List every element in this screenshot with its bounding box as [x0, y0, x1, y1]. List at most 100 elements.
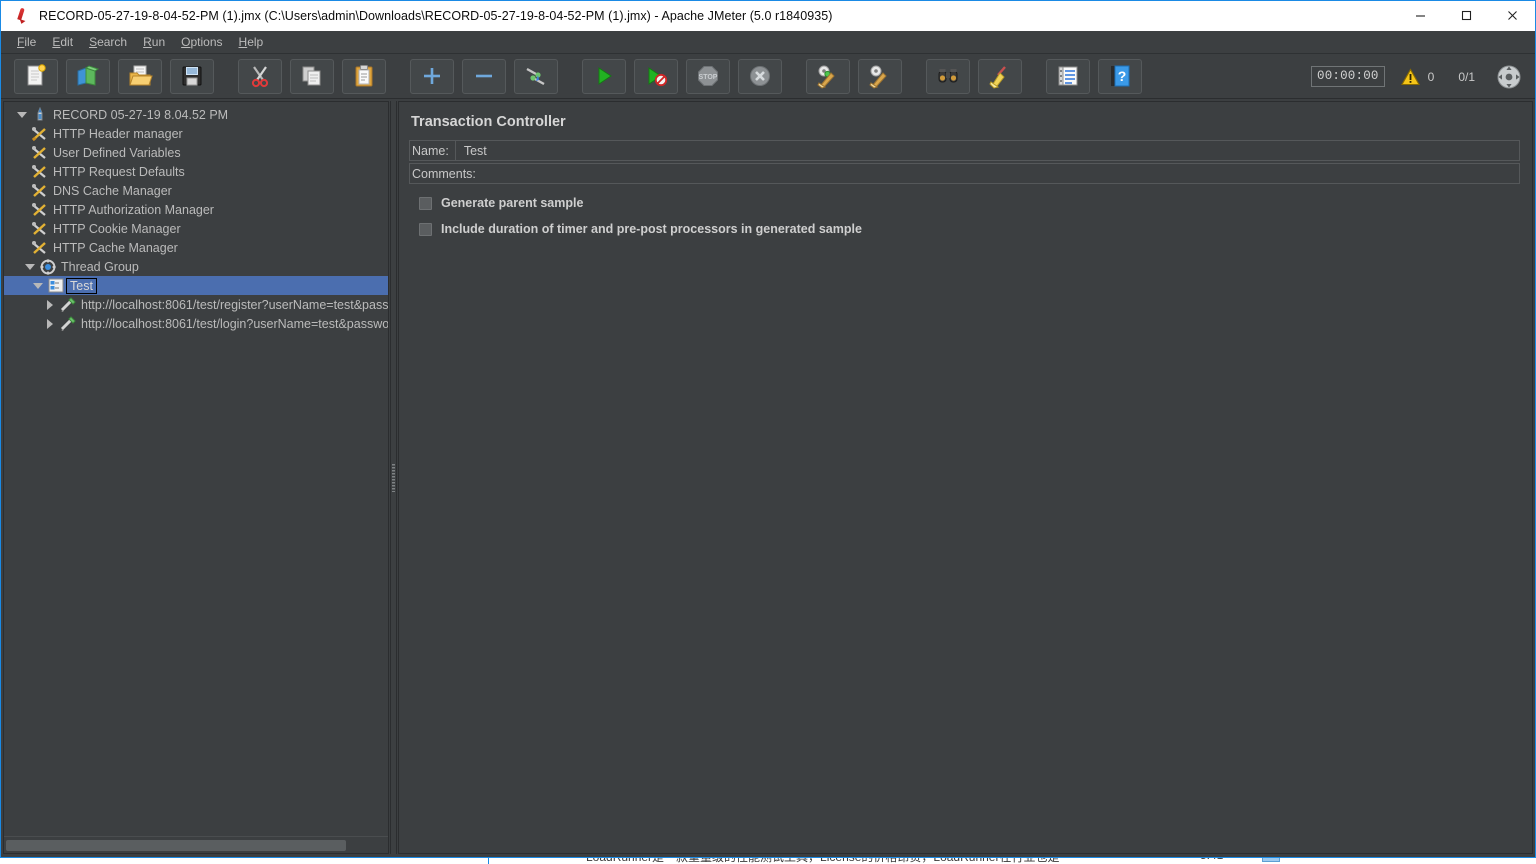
tree-node-dns-cache-manager[interactable]: DNS Cache Manager	[4, 181, 388, 200]
shutdown-x-icon	[747, 63, 773, 89]
tree-node-http-cache-manager[interactable]: HTTP Cache Manager	[4, 238, 388, 257]
twisty-closed-icon[interactable]	[42, 299, 58, 310]
start-no-pauses-button[interactable]	[634, 58, 678, 94]
tree-node-label: HTTP Cache Manager	[53, 240, 178, 255]
tree-node-http-request-defaults[interactable]: HTTP Request Defaults	[4, 162, 388, 181]
include-duration-row[interactable]: Include duration of timer and pre-post p…	[409, 222, 1520, 236]
reset-search-button[interactable]	[978, 58, 1022, 94]
collapse-all-button[interactable]	[462, 58, 506, 94]
background-window-text: LoadRunner是一款重量级的性能测试工具，License的价格昂贵，Loa…	[586, 858, 1059, 864]
warning-triangle-icon[interactable]	[1400, 67, 1420, 86]
function-helper-button[interactable]	[1046, 58, 1090, 94]
tree-horizontal-scrollbar[interactable]	[4, 836, 388, 853]
menu-file-rest: ile	[24, 35, 37, 49]
twisty-closed-icon[interactable]	[42, 318, 58, 329]
search-button[interactable]	[926, 58, 970, 94]
menu-help-rest: elp	[247, 35, 264, 49]
tree-node-test-plan[interactable]: RECORD 05-27-19 8.04.52 PM	[4, 105, 388, 124]
tree-node-http-cookie-manager[interactable]: HTTP Cookie Manager	[4, 219, 388, 238]
menu-edit[interactable]: Edit	[44, 32, 81, 52]
twisty-open-icon[interactable]	[22, 263, 38, 270]
tree-node-http-header-manager[interactable]: HTTP Header manager	[4, 124, 388, 143]
new-button[interactable]	[14, 58, 58, 94]
background-window-strip[interactable]: LoadRunner是一款重量级的性能测试工具，License的价格昂贵，Loa…	[0, 858, 1536, 864]
tree-node-user-defined-variables[interactable]: User Defined Variables	[4, 143, 388, 162]
tree-node-http-authorization-manager[interactable]: HTTP Authorization Manager	[4, 200, 388, 219]
menu-help-mnemonic: H	[238, 35, 248, 49]
tree-node-label: Thread Group	[61, 259, 139, 274]
paste-button[interactable]	[342, 58, 386, 94]
menu-edit-rest: dit	[60, 35, 74, 49]
copy-button[interactable]	[290, 58, 334, 94]
minus-icon	[471, 63, 497, 89]
stop-button[interactable]: STOP	[686, 58, 730, 94]
menu-search[interactable]: Search	[81, 32, 135, 52]
menu-help[interactable]: Help	[231, 32, 272, 52]
tree-node-http-sampler-login[interactable]: http://localhost:8061/test/login?userNam…	[4, 314, 388, 333]
background-divider	[488, 858, 489, 864]
open-button[interactable]	[118, 58, 162, 94]
tree-node-label: HTTP Cookie Manager	[53, 221, 181, 236]
tree-node-transaction-controller-test[interactable]: Test	[4, 276, 388, 295]
tree-node-label: DNS Cache Manager	[53, 183, 172, 198]
play-no-pause-icon	[643, 63, 669, 89]
templates-button[interactable]	[66, 58, 110, 94]
background-window-badge	[1262, 858, 1280, 862]
jmeter-feather-icon	[13, 7, 31, 25]
cut-button[interactable]	[238, 58, 282, 94]
minimize-button[interactable]	[1397, 1, 1443, 30]
split-pane-divider[interactable]	[389, 101, 398, 854]
notepad-list-icon	[1055, 63, 1081, 89]
clear-button[interactable]	[806, 58, 850, 94]
config-wrench-icon	[30, 164, 50, 180]
include-duration-checkbox[interactable]	[419, 222, 432, 236]
generate-parent-sample-checkbox[interactable]	[419, 196, 432, 210]
twisty-open-icon[interactable]	[30, 282, 46, 289]
open-folder-icon	[127, 63, 153, 89]
expand-all-button[interactable]	[410, 58, 454, 94]
test-plan-tree-panel: RECORD 05-27-19 8.04.52 PM HTTP Header m…	[3, 101, 389, 854]
menu-file[interactable]: File	[9, 32, 44, 52]
thread-group-gear-icon	[38, 258, 58, 275]
templates-icon	[75, 63, 101, 89]
tree-node-label: HTTP Request Defaults	[53, 164, 185, 179]
twisty-open-icon[interactable]	[14, 111, 30, 118]
test-plan-tree[interactable]: RECORD 05-27-19 8.04.52 PM HTTP Header m…	[4, 102, 388, 836]
name-label: Name:	[409, 140, 455, 161]
scissors-icon	[247, 63, 273, 89]
menu-run-rest: un	[151, 35, 166, 49]
config-wrench-icon	[30, 202, 50, 218]
toggle-button[interactable]	[514, 58, 558, 94]
menu-options-rest: ptions	[190, 35, 223, 49]
menu-run[interactable]: Run	[135, 32, 173, 52]
dark-mode-toggle-icon[interactable]	[1495, 63, 1523, 91]
save-button[interactable]	[170, 58, 214, 94]
menu-options[interactable]: Options	[173, 32, 230, 52]
svg-text:STOP: STOP	[699, 74, 718, 81]
help-button[interactable]: ?	[1098, 58, 1142, 94]
clear-all-button[interactable]	[858, 58, 902, 94]
config-wrench-icon	[30, 145, 50, 161]
generate-parent-sample-row[interactable]: Generate parent sample	[409, 196, 1520, 210]
comments-input[interactable]	[481, 163, 1520, 184]
start-button[interactable]	[582, 58, 626, 94]
tree-node-label: http://localhost:8061/test/register?user…	[81, 297, 388, 312]
shutdown-button[interactable]	[738, 58, 782, 94]
config-wrench-icon	[30, 240, 50, 256]
floppy-disk-icon	[179, 63, 205, 89]
window-title: RECORD-05-27-19-8-04-52-PM (1).jmx (C:\U…	[39, 9, 833, 23]
tree-node-thread-group[interactable]: Thread Group	[4, 257, 388, 276]
name-input[interactable]: Test	[454, 140, 1520, 161]
scrollbar-thumb[interactable]	[6, 839, 346, 851]
config-wrench-icon	[30, 221, 50, 237]
tree-node-http-sampler-register[interactable]: http://localhost:8061/test/register?user…	[4, 295, 388, 314]
main-split-pane: RECORD 05-27-19 8.04.52 PM HTTP Header m…	[1, 99, 1535, 857]
new-document-icon	[23, 63, 49, 89]
maximize-button[interactable]	[1443, 1, 1489, 30]
run-timer: 00:00:00	[1311, 66, 1385, 87]
config-wrench-icon	[30, 126, 50, 142]
close-button[interactable]	[1489, 1, 1535, 30]
background-window-time: 5:41	[1200, 858, 1223, 862]
background-window-content: LoadRunner是一款重量级的性能测试工具，License的价格昂贵，Loa…	[0, 858, 1536, 864]
green-play-icon	[591, 63, 617, 89]
